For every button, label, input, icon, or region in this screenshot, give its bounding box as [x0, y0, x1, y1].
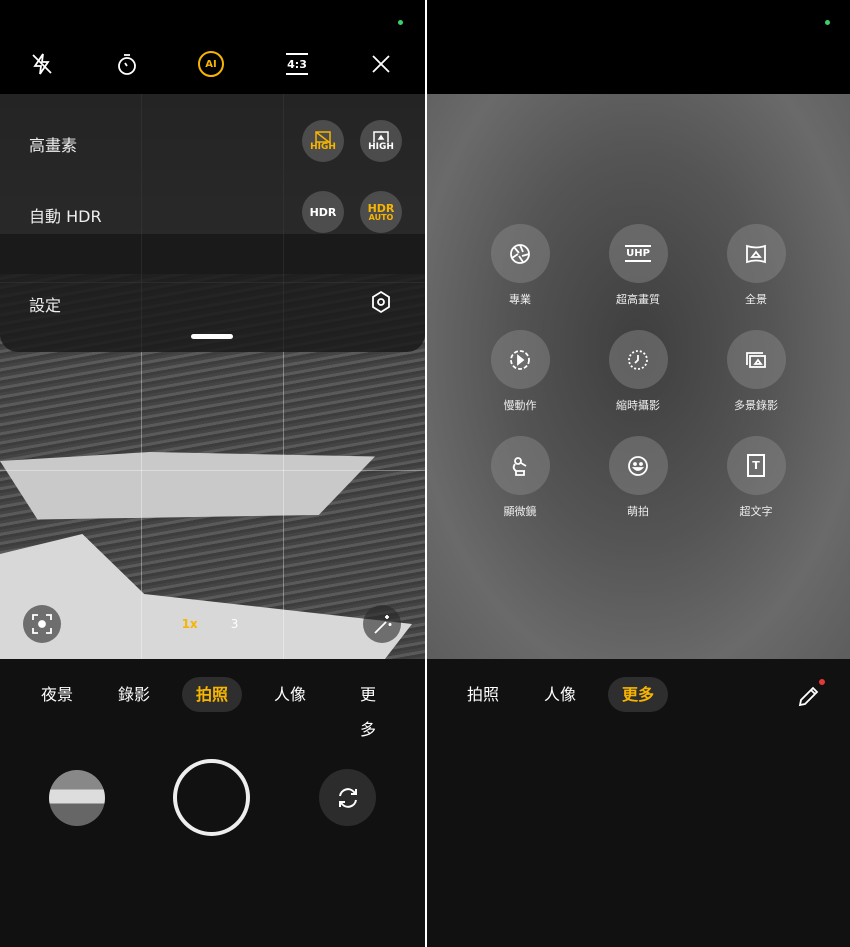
top-bar — [427, 0, 850, 94]
settings-label[interactable]: 設定 — [29, 292, 61, 316]
top-bar: AI 4:3 — [0, 0, 425, 94]
close-icon[interactable] — [367, 50, 395, 78]
mode-panorama[interactable]: 全景 — [706, 224, 806, 307]
mode-label: 顯微鏡 — [503, 505, 537, 518]
mode-bar: 夜景 錄影 拍照 人像 更多 — [0, 659, 425, 739]
microscope-icon — [512, 456, 527, 476]
grid-line — [0, 470, 425, 471]
status-dot — [825, 20, 830, 25]
mode-portrait[interactable]: 人像 — [530, 677, 590, 712]
auto-hdr-label: 自動 HDR — [29, 207, 102, 226]
high-off-text: HIGH — [310, 141, 336, 152]
aspect-ratio-icon[interactable]: 4:3 — [283, 50, 311, 78]
hdr-off-text: HDR — [309, 205, 337, 219]
uhp-icon: UHP — [625, 245, 651, 262]
mode-label: 專業 — [509, 293, 531, 306]
high-on-text: HIGH — [368, 141, 394, 152]
high-pixel-on-button[interactable]: HIGH — [360, 120, 402, 162]
mode-timelapse[interactable]: 縮時攝影 — [588, 330, 688, 413]
high-pixel-off-button[interactable]: HIGH — [302, 120, 344, 162]
hdr-auto-top-text: HDR — [367, 201, 395, 215]
mode-video[interactable]: 錄影 — [104, 677, 164, 712]
panel-drag-handle[interactable] — [191, 334, 233, 339]
timer-icon[interactable] — [113, 50, 141, 78]
slow-motion-icon — [510, 349, 530, 370]
beauty-magic-icon[interactable] — [363, 605, 401, 643]
mode-microscope[interactable]: 顯微鏡 — [470, 436, 570, 519]
mode-night[interactable]: 夜景 — [27, 677, 87, 712]
mode-label: 多景錄影 — [734, 399, 778, 412]
mode-multi-scene-video[interactable]: 多景錄影 — [706, 330, 806, 413]
mode-uhp[interactable]: UHP 超高畫質 — [588, 224, 688, 307]
mode-label: 超文字 — [739, 505, 773, 518]
timelapse-icon — [628, 349, 648, 370]
settings-icon[interactable] — [370, 290, 392, 318]
smiley-icon — [628, 455, 648, 476]
switch-camera-button[interactable] — [319, 769, 376, 826]
zoom-1x[interactable]: 1x — [182, 617, 198, 631]
hdr-auto-button[interactable]: HDR AUTO — [360, 191, 402, 233]
flash-off-icon[interactable] — [28, 50, 56, 78]
aperture-icon — [510, 243, 530, 264]
camera-screen-left: AI 4:3 高畫素 HIGH HIGH 自動 HDR HDR HDR AUTO… — [0, 0, 425, 947]
mode-label: 全景 — [745, 293, 767, 306]
hdr-off-button[interactable]: HDR — [302, 191, 344, 233]
ai-icon[interactable]: AI — [197, 50, 225, 78]
shutter-button[interactable] — [173, 759, 250, 836]
ai-label: AI — [198, 51, 224, 77]
mode-bar: 拍照 人像 更多 — [427, 659, 850, 731]
quick-settings-panel: 高畫素 HIGH HIGH 自動 HDR HDR HDR AUTO 設定 — [0, 94, 425, 352]
mode-portrait[interactable]: 人像 — [260, 677, 320, 712]
mode-cute-shot[interactable]: 萌拍 — [588, 436, 688, 519]
notification-dot — [819, 679, 825, 685]
mode-more[interactable]: 更多 — [607, 677, 669, 712]
zoom-selector: 1x 3 — [165, 610, 255, 638]
mode-super-text[interactable]: T 超文字 — [706, 436, 806, 519]
mode-photo[interactable]: 拍照 — [181, 677, 243, 712]
mode-label: 萌拍 — [627, 505, 649, 518]
status-dot — [398, 20, 403, 25]
text-document-icon: T — [747, 454, 765, 477]
mode-slow-motion[interactable]: 慢動作 — [470, 330, 570, 413]
mode-photo[interactable]: 拍照 — [453, 677, 513, 712]
zoom-3x[interactable]: 3 — [231, 617, 239, 631]
hdr-auto-bottom-text: AUTO — [368, 212, 394, 222]
panorama-icon — [746, 244, 766, 263]
mode-pro[interactable]: 專業 — [470, 224, 570, 307]
multi-scene-video-icon — [746, 351, 766, 368]
mode-label: 縮時攝影 — [616, 399, 660, 412]
aspect-ratio-label: 4:3 — [286, 53, 308, 75]
switch-camera-icon — [338, 787, 357, 808]
mode-label: 超高畫質 — [616, 293, 660, 306]
mode-label: 慢動作 — [503, 399, 537, 412]
mode-more[interactable]: 更多 — [340, 677, 397, 739]
edit-pencil-icon[interactable] — [797, 684, 821, 708]
high-pixel-label: 高畫素 — [29, 136, 78, 155]
camera-screen-right: 專業 UHP 超高畫質 全景 慢動作 縮時攝影 多景錄影 顯微鏡 萌拍 T 超文… — [427, 0, 850, 947]
gallery-thumbnail[interactable] — [49, 770, 105, 826]
lens-focus-icon[interactable] — [23, 605, 61, 643]
